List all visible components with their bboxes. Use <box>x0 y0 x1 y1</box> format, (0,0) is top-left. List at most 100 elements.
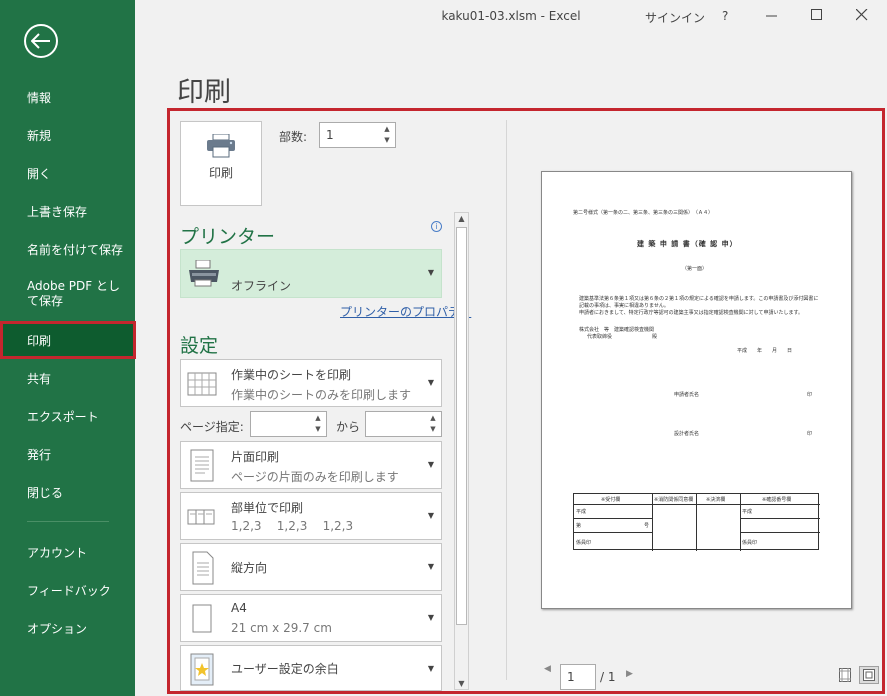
doc-seal2: 印 <box>807 431 813 437</box>
next-page-icon[interactable]: ▶ <box>626 669 633 679</box>
doc-header: 第二号様式（第一条の二、第三条、第三条の三関係） （Ａ４） <box>573 210 714 216</box>
close-icon[interactable] <box>855 8 868 24</box>
table-cell: 係員印 <box>742 540 758 546</box>
show-margins-icon[interactable] <box>839 668 851 685</box>
stamp-table: ※受付欄 ※消防関係同意欄 ※決済欄 ※確認番号欄 平成 第 号 係員印 平成 … <box>573 493 820 551</box>
sidebar-item-label: 共有 <box>27 371 52 386</box>
doc-applicant: 申請者氏名 <box>674 392 700 398</box>
backstage-sidebar: 情報 新規 開く 上書き保存 名前を付けて保存 Adobe PDF として保存 … <box>0 0 136 696</box>
sidebar-item-share[interactable]: 共有 <box>0 359 135 397</box>
sidebar-item-info[interactable]: 情報 <box>0 78 135 116</box>
sidebar-item-label: 新規 <box>27 128 52 143</box>
table-cell: 平成 <box>742 509 753 515</box>
chevron-down-icon: ▼ <box>427 268 434 277</box>
pages-to-label: から <box>336 420 361 434</box>
page-number-input[interactable]: 1 <box>560 664 596 690</box>
sidebar-item-label: 開く <box>27 166 52 181</box>
printer-device-icon <box>189 260 219 287</box>
sidebar-item-open[interactable]: 開く <box>0 154 135 192</box>
chevron-down-icon: ▼ <box>427 460 434 469</box>
copies-spinner[interactable]: ▲ ▼ <box>382 125 392 145</box>
sidebar-item-publish[interactable]: 発行 <box>0 435 135 473</box>
info-icon[interactable]: i <box>431 221 442 232</box>
pages-to-spinner[interactable]: ▲ ▼ <box>428 414 438 434</box>
pages-from-spinner[interactable]: ▲ ▼ <box>313 414 323 434</box>
custom-margins-icon <box>190 653 214 686</box>
margins-dropdown[interactable]: ユーザー設定の余白 ▼ <box>180 645 442 691</box>
sidebar-divider <box>27 521 109 522</box>
sides-sub: ページの片面のみを印刷します <box>231 470 399 484</box>
pages-label: ページ指定: <box>180 420 244 434</box>
printer-heading: プリンター <box>180 226 276 248</box>
sidebar-item-label: Adobe PDF として保存 <box>27 279 120 308</box>
chevron-down-icon: ▼ <box>427 562 434 571</box>
printer-icon <box>207 134 235 158</box>
collated-icon <box>187 509 215 525</box>
collate-title: 部単位で印刷 <box>231 501 304 515</box>
sidebar-item-label: 印刷 <box>27 333 52 348</box>
scroll-up-icon[interactable]: ▲ <box>455 214 468 223</box>
sidebar-item-save[interactable]: 上書き保存 <box>0 192 135 230</box>
copies-value: 1 <box>326 128 334 142</box>
paper-size-icon <box>192 604 212 633</box>
table-header: ※消防関係同意欄 <box>654 497 694 503</box>
page-current: 1 <box>567 670 575 684</box>
sidebar-item-account[interactable]: アカウント <box>0 533 135 571</box>
help-button[interactable]: ? <box>722 9 728 23</box>
table-cell: 係員印 <box>576 540 592 546</box>
sidebar-item-feedback[interactable]: フィードバック <box>0 571 135 609</box>
sides-dropdown[interactable]: 片面印刷 ページの片面のみを印刷します ▼ <box>180 441 442 489</box>
settings-heading: 設定 <box>180 335 219 357</box>
zoom-to-page-icon[interactable] <box>859 666 879 684</box>
sidebar-item-close[interactable]: 閉じる <box>0 473 135 511</box>
collate-sub: 1,2,3 1,2,3 1,2,3 <box>231 519 354 533</box>
copies-label: 部数: <box>279 130 308 144</box>
sidebar-item-label: 名前を付けて保存 <box>27 242 124 257</box>
doc-para1: 建築基準法第６条第１項又は第６条の２第１項の規定による確認を申請します。この申請… <box>579 296 819 309</box>
pages-from-input[interactable]: ▲ ▼ <box>250 411 327 437</box>
paper-size-dropdown[interactable]: A4 21 cm x 29.7 cm ▼ <box>180 594 442 642</box>
printer-status: オフライン <box>231 279 292 293</box>
maximize-icon[interactable] <box>811 9 823 24</box>
sidebar-item-print[interactable]: 印刷 <box>0 321 136 359</box>
orientation-dropdown[interactable]: 縦方向 ▼ <box>180 543 442 591</box>
printer-dropdown[interactable]: オフライン ▼ <box>180 249 442 298</box>
sidebar-item-export[interactable]: エクスポート <box>0 397 135 435</box>
scroll-down-icon[interactable]: ▼ <box>455 679 468 688</box>
print-preview-page: 第二号様式（第一条の二、第三条、第三条の三関係） （Ａ４） 建 築 申 請 書（… <box>541 171 852 609</box>
table-header: ※決済欄 <box>706 497 726 503</box>
print-what-dropdown[interactable]: 作業中のシートを印刷 作業中のシートのみを印刷します ▼ <box>180 359 442 407</box>
print-what-sub: 作業中のシートのみを印刷します <box>231 388 412 402</box>
orientation-title: 縦方向 <box>231 561 268 575</box>
panel-divider <box>506 120 507 680</box>
sidebar-item-label: エクスポート <box>27 409 99 424</box>
doc-title: 建 築 申 請 書（確 認 申） <box>637 240 738 248</box>
table-cell: 平成 <box>576 509 587 515</box>
print-button-label: 印刷 <box>208 166 233 180</box>
back-arrow-icon[interactable] <box>24 24 58 58</box>
chevron-down-icon: ▼ <box>427 613 434 622</box>
sidebar-item-new[interactable]: 新規 <box>0 116 135 154</box>
minimize-icon[interactable] <box>765 4 779 23</box>
pages-to-input[interactable]: ▲ ▼ <box>365 411 442 437</box>
copies-input[interactable]: 1 ▲ ▼ <box>319 122 396 148</box>
sidebar-item-label: オプション <box>27 621 88 636</box>
scroll-thumb[interactable] <box>456 227 467 625</box>
portrait-icon <box>192 551 214 585</box>
page-title: 印刷 <box>177 77 231 108</box>
prev-page-icon[interactable]: ◀ <box>544 664 551 674</box>
print-button[interactable]: 印刷 <box>180 121 262 206</box>
collate-dropdown[interactable]: 部単位で印刷 1,2,3 1,2,3 1,2,3 ▼ <box>180 492 442 540</box>
sidebar-item-save-as-pdf[interactable]: Adobe PDF として保存 <box>0 273 135 315</box>
sidebar-item-label: 発行 <box>27 447 52 462</box>
sidebar-item-save-as[interactable]: 名前を付けて保存 <box>0 230 135 268</box>
doc-agent: 設計者氏名 <box>674 431 700 437</box>
printer-properties-link[interactable]: プリンターのプロパティ <box>340 303 471 320</box>
one-sided-icon <box>190 449 214 482</box>
doc-date: 平成 年 月 日 <box>737 348 793 354</box>
sidebar-item-options[interactable]: オプション <box>0 609 135 647</box>
paper-size-sub: 21 cm x 29.7 cm <box>231 621 332 635</box>
title-bar: kaku01-03.xlsm - Excel サインイン ? <box>135 0 887 32</box>
settings-scrollbar[interactable]: ▲ ▼ <box>454 212 469 690</box>
signin-link[interactable]: サインイン <box>645 9 705 26</box>
